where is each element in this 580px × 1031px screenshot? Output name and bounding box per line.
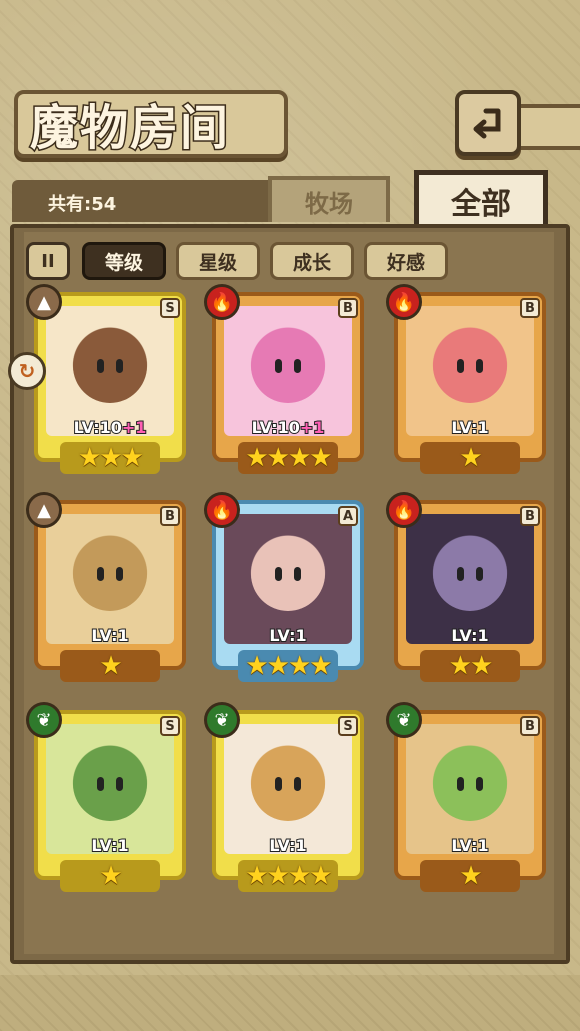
monster-level: LV:1 (450, 625, 489, 646)
bottom-decoration (0, 975, 580, 1031)
rank-badge: A (338, 506, 358, 526)
back-arrow-icon (473, 108, 501, 139)
monster-face (251, 746, 325, 821)
star-rating: ★ (60, 860, 160, 892)
monster-level: LV:10+1 (251, 417, 326, 438)
rank-badge: B (520, 506, 540, 526)
element-wood-icon: ❦ (26, 702, 62, 738)
star-rating: ★★ (420, 650, 520, 682)
star-rating: ★★★★ (238, 650, 338, 682)
monster-face (73, 746, 147, 821)
element-earth-icon: ▲ (26, 492, 62, 528)
monster-level: LV:1 (90, 625, 129, 646)
monster-face (433, 746, 507, 821)
monster-portrait (46, 306, 174, 436)
element-fire-icon: 🔥 (386, 492, 422, 528)
star-rating: ★ (420, 860, 520, 892)
element-fire-icon: 🔥 (204, 492, 240, 528)
monster-face (251, 328, 325, 403)
sort-growth-button[interactable]: 成长 (270, 242, 354, 280)
monster-level: LV:1 (90, 835, 129, 856)
monster-level: LV:1 (268, 625, 307, 646)
element-earth-icon: ▲ (26, 284, 62, 320)
rank-badge: B (520, 716, 540, 736)
rank-badge: B (160, 506, 180, 526)
monster-portrait (224, 306, 352, 436)
monster-card[interactable]: ▲ B LV:1 ★ (26, 492, 186, 682)
monster-card[interactable]: 🔥 B LV:1 ★ (386, 284, 546, 474)
monster-card[interactable]: ❦ B LV:1 ★ (386, 702, 546, 892)
monster-portrait (406, 306, 534, 436)
monster-card[interactable]: ❦ S LV:1 ★★★★ (204, 702, 364, 892)
monster-count: 共有:54 (48, 194, 117, 215)
monster-portrait (406, 514, 534, 644)
monster-portrait (46, 514, 174, 644)
monster-card[interactable]: 🔥 B LV:1 ★★ (386, 492, 546, 682)
page-title: 魔物房间 (28, 99, 231, 158)
monster-card[interactable]: 🔥 A LV:1 ★★★★ (204, 492, 364, 682)
monster-card[interactable]: 🔥 B LV:10+1 ★★★★ (204, 284, 364, 474)
monster-level: LV:1 (450, 835, 489, 856)
monster-face (433, 328, 507, 403)
monster-face (73, 328, 147, 403)
back-button[interactable] (455, 90, 521, 156)
star-rating: ★★★★ (238, 860, 338, 892)
star-rating: ★ (420, 442, 520, 474)
monster-card[interactable]: ❦ S LV:1 ★ (26, 702, 186, 892)
rank-badge: S (160, 716, 180, 736)
rank-badge: S (160, 298, 180, 318)
monster-portrait (46, 724, 174, 854)
rank-badge: B (520, 298, 540, 318)
element-wood-icon: ❦ (386, 702, 422, 738)
monster-portrait (224, 514, 352, 644)
rank-badge: S (338, 716, 358, 736)
sort-star-button[interactable]: 星级 (176, 242, 260, 280)
element-fire-icon: 🔥 (386, 284, 422, 320)
tab-ranch[interactable]: 牧场 (268, 176, 390, 222)
star-rating: ★★★★ (238, 442, 338, 474)
rank-badge: B (338, 298, 358, 318)
evolve-arrow-icon[interactable]: ↻ (8, 352, 46, 390)
monster-level: LV:1 (268, 835, 307, 856)
tab-all[interactable]: 全部 (414, 170, 548, 226)
sort-order-toggle[interactable]: II (26, 242, 70, 280)
monster-face (251, 536, 325, 611)
sort-affection-button[interactable]: 好感 (364, 242, 448, 280)
monster-face (433, 536, 507, 611)
element-wood-icon: ❦ (204, 702, 240, 738)
monster-level: LV:10+1 (73, 417, 148, 438)
monster-portrait (406, 724, 534, 854)
monster-card[interactable]: ▲ S LV:10+1 ★★★ (26, 284, 186, 474)
monster-face (73, 536, 147, 611)
back-bar (521, 104, 580, 150)
star-rating: ★ (60, 650, 160, 682)
element-fire-icon: 🔥 (204, 284, 240, 320)
star-rating: ★★★ (60, 442, 160, 474)
monster-portrait (224, 724, 352, 854)
sort-level-button[interactable]: 等级 (82, 242, 166, 280)
monster-level: LV:1 (450, 417, 489, 438)
